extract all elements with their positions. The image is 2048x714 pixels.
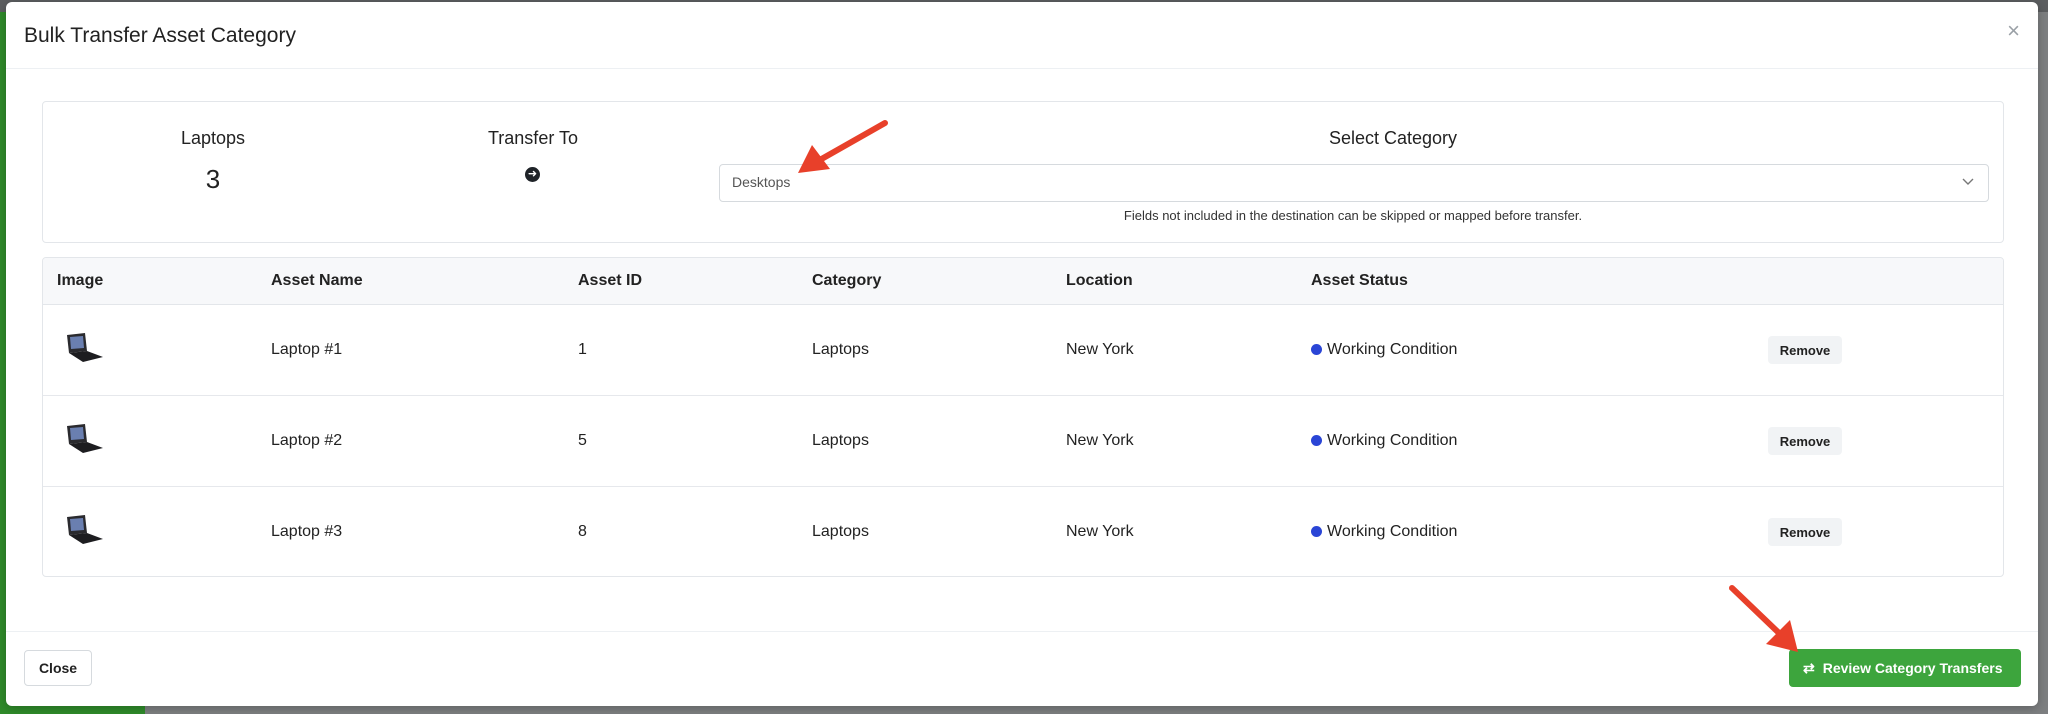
laptop-thumbnail [67, 333, 103, 362]
header-asset-name: Asset Name [271, 272, 363, 289]
table-row: Laptop #1 1 Laptops New York Working Con… [43, 305, 2003, 396]
remove-button[interactable]: Remove [1768, 336, 1842, 364]
asset-status-text: Working Condition [1327, 432, 1458, 449]
modal-title: Bulk Transfer Asset Category [24, 24, 296, 47]
select-help-text: Fields not included in the destination c… [1123, 208, 1583, 223]
header-image: Image [57, 272, 104, 289]
category-select[interactable]: Desktops [719, 164, 1989, 202]
close-icon[interactable]: × [2007, 18, 2020, 44]
select-category-label: Select Category [1328, 128, 1458, 148]
remove-button[interactable]: Remove [1768, 518, 1842, 546]
source-asset-count: 3 [205, 164, 221, 194]
review-button-label: Review Category Transfers [1822, 659, 2003, 676]
table-row: Laptop #2 5 Laptops New York Working Con… [43, 396, 2003, 487]
asset-name: Laptop #3 [271, 523, 343, 540]
asset-category: Laptops [812, 523, 869, 540]
bulk-transfer-modal: Bulk Transfer Asset Category × Laptops 3… [6, 2, 2038, 706]
remove-button[interactable]: Remove [1768, 427, 1842, 455]
status-dot-icon [1311, 435, 1322, 446]
status-dot-icon [1311, 526, 1322, 537]
laptop-thumbnail [67, 424, 103, 453]
asset-status-text: Working Condition [1327, 523, 1458, 540]
header-asset-id: Asset ID [578, 272, 643, 289]
source-category-label: Laptops [180, 128, 246, 148]
asset-location: New York [1066, 341, 1134, 358]
table-row: Laptop #3 8 Laptops New York Working Con… [43, 487, 2003, 576]
asset-status-text: Working Condition [1327, 341, 1458, 358]
asset-category: Laptops [812, 341, 869, 358]
transfer-to-label: Transfer To [487, 128, 579, 148]
modal-footer: Close ⇄ Review Category Transfers [6, 631, 2038, 706]
close-button[interactable]: Close [24, 650, 92, 686]
selected-category-value: Desktops [732, 174, 791, 190]
laptop-thumbnail [67, 515, 103, 544]
swap-icon: ⇄ [1803, 659, 1815, 676]
asset-name: Laptop #2 [271, 432, 343, 449]
modal-header: Bulk Transfer Asset Category × [6, 2, 2038, 69]
asset-location: New York [1066, 432, 1134, 449]
asset-id: 8 [578, 523, 587, 540]
asset-id: 1 [578, 341, 587, 358]
asset-name: Laptop #1 [271, 341, 343, 358]
table-header: Image Asset Name Asset ID Category Locat… [43, 258, 2003, 305]
chevron-down-icon [1960, 173, 1976, 189]
header-location: Location [1066, 272, 1133, 289]
arrow-right-circle-icon: ➜ [525, 167, 540, 182]
asset-id: 5 [578, 432, 587, 449]
asset-status: Working Condition [1311, 432, 1457, 450]
asset-location: New York [1066, 523, 1134, 540]
header-asset-status: Asset Status [1311, 272, 1408, 289]
assets-table: Image Asset Name Asset ID Category Locat… [42, 257, 2004, 577]
header-category: Category [812, 272, 882, 289]
status-dot-icon [1311, 344, 1322, 355]
asset-category: Laptops [812, 432, 869, 449]
transfer-summary: Laptops 3 Transfer To ➜ Select Category … [42, 101, 2004, 243]
asset-status: Working Condition [1311, 523, 1457, 541]
asset-status: Working Condition [1311, 341, 1457, 359]
review-category-transfers-button[interactable]: ⇄ Review Category Transfers [1789, 649, 2021, 687]
